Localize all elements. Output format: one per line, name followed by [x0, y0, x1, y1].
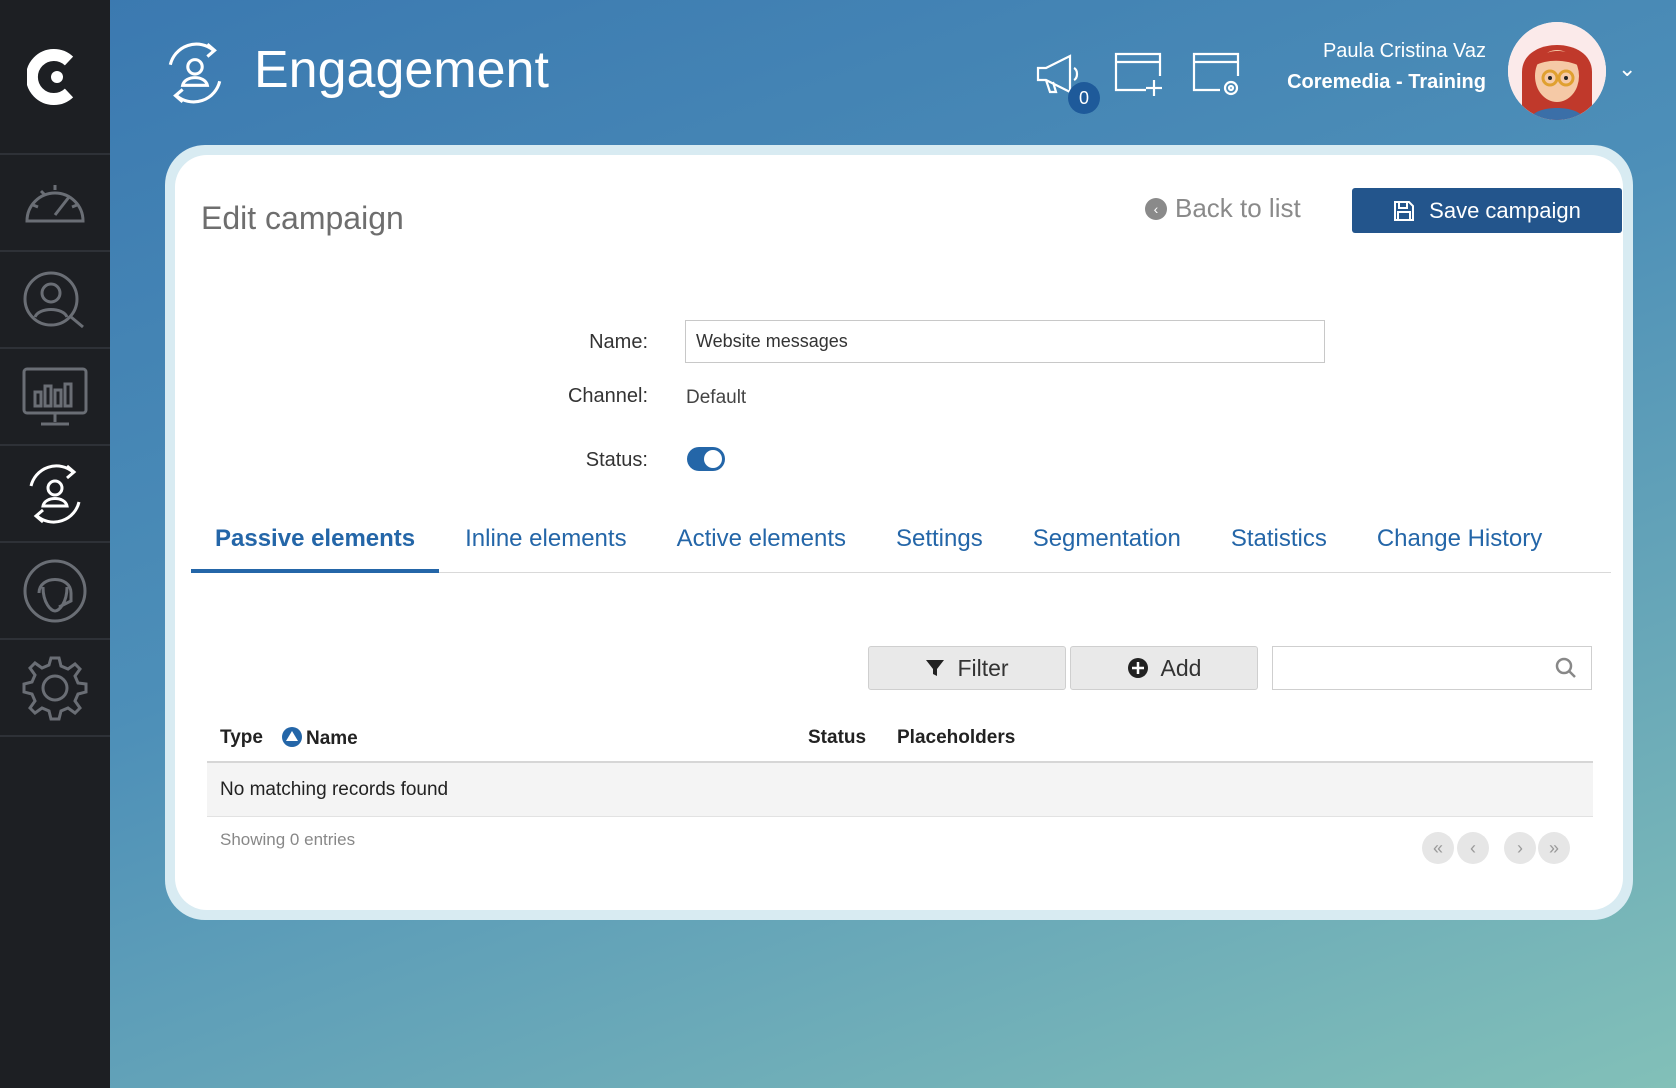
column-type[interactable]: Type — [220, 727, 263, 749]
user-name: Paula Cristina Vaz — [1322, 40, 1486, 62]
engagement-icon — [160, 38, 230, 113]
tab-settings[interactable]: Settings — [872, 515, 1007, 573]
header-tools: 0 — [1034, 50, 1240, 114]
avatar[interactable] — [1508, 22, 1606, 120]
campaign-tabs: Passive elements Inline elements Active … — [191, 515, 1611, 573]
toggle-knob — [704, 450, 722, 468]
campaign-name-input[interactable] — [685, 320, 1325, 363]
plus-circle-icon — [1127, 658, 1148, 678]
window-plus-icon — [1114, 52, 1162, 96]
gear-icon — [22, 656, 88, 720]
sidebar — [0, 0, 110, 1088]
monitor-chart-icon — [22, 367, 88, 425]
tab-change-history[interactable]: Change History — [1353, 515, 1566, 573]
last-page-button[interactable]: » — [1538, 832, 1570, 864]
chevron-down-icon[interactable]: ⌄ — [1618, 56, 1636, 82]
table-empty-row: No matching records found — [207, 763, 1593, 817]
add-button[interactable]: Add — [1070, 646, 1258, 690]
sidebar-item-support[interactable] — [0, 543, 110, 640]
chevron-left-circle-icon: ‹ — [1145, 197, 1167, 220]
notification-count-badge: 0 — [1068, 82, 1100, 114]
column-status[interactable]: Status — [808, 727, 866, 749]
tab-passive-elements[interactable]: Passive elements — [191, 515, 440, 573]
channel-value: Default — [686, 387, 747, 408]
window-gear-icon — [1192, 52, 1240, 96]
first-page-button[interactable]: « — [1422, 832, 1454, 864]
sidebar-item-analytics[interactable] — [0, 349, 110, 446]
back-to-list-link[interactable]: ‹ Back to list — [1145, 193, 1301, 224]
coremedia-logo[interactable] — [0, 0, 110, 155]
user-cycle-icon — [29, 464, 81, 523]
column-placeholders[interactable]: Placeholders — [897, 727, 1015, 749]
next-page-button[interactable]: › — [1504, 832, 1536, 864]
main-card-frame: Edit campaign ‹ Back to list Save campai… — [165, 145, 1633, 920]
channel-label: Channel: — [567, 385, 648, 407]
filter-icon — [926, 660, 945, 676]
speedometer-icon — [25, 184, 85, 222]
top-header: Engagement 0 Paula Cristina Vaz Coremedi… — [110, 0, 1676, 145]
save-campaign-label: Save campaign — [1429, 197, 1581, 223]
sidebar-item-dashboard[interactable] — [0, 155, 110, 252]
main-card: Edit campaign ‹ Back to list Save campai… — [175, 155, 1623, 910]
tab-segmentation[interactable]: Segmentation — [1009, 515, 1205, 573]
filter-button[interactable]: Filter — [868, 646, 1066, 690]
sidebar-item-user-search[interactable] — [0, 252, 110, 349]
column-name-label: Name — [306, 728, 358, 749]
announcements-button[interactable]: 0 — [1034, 50, 1100, 114]
app-title: Engagement — [254, 41, 549, 99]
column-name[interactable]: Name — [282, 727, 358, 750]
add-label: Add — [1160, 654, 1202, 681]
headset-icon — [23, 559, 87, 622]
search-box — [1272, 646, 1592, 690]
filter-label: Filter — [957, 654, 1009, 681]
search-input[interactable] — [1273, 647, 1543, 689]
name-label: Name: — [589, 331, 648, 353]
user-org: Coremedia - Training — [1287, 71, 1486, 93]
window-settings-button[interactable] — [1190, 50, 1240, 98]
status-toggle[interactable] — [687, 447, 725, 471]
tab-inline-elements[interactable]: Inline elements — [441, 515, 650, 573]
table-header: Type Name Status Placeholders — [207, 715, 1593, 763]
sidebar-item-settings[interactable] — [0, 640, 110, 737]
sort-ascending-icon — [282, 727, 302, 747]
back-to-list-label: Back to list — [1175, 193, 1301, 223]
tab-statistics[interactable]: Statistics — [1207, 515, 1351, 573]
status-label: Status: — [585, 449, 648, 471]
user-info[interactable]: Paula Cristina Vaz Coremedia - Training — [1287, 40, 1486, 94]
previous-page-button[interactable]: ‹ — [1457, 832, 1489, 864]
save-campaign-button[interactable]: Save campaign — [1352, 188, 1622, 233]
search-icon[interactable] — [1555, 657, 1577, 679]
sidebar-item-engagement[interactable] — [0, 446, 110, 543]
floppy-disk-icon — [1394, 200, 1415, 221]
page-title: Edit campaign — [201, 200, 404, 236]
new-window-button[interactable] — [1112, 50, 1162, 98]
table-info: Showing 0 entries — [220, 830, 356, 849]
user-search-icon — [23, 271, 84, 328]
tab-active-elements[interactable]: Active elements — [653, 515, 870, 573]
